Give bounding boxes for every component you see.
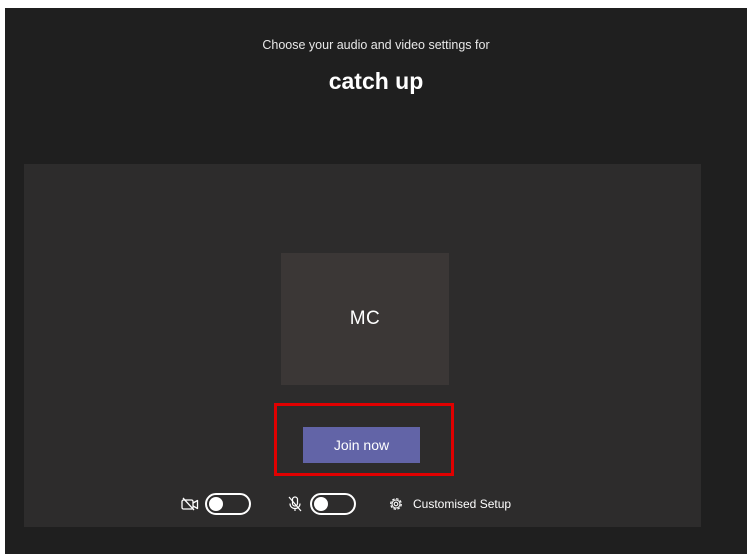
join-now-button[interactable]: Join now [303,427,420,463]
camera-toggle-knob [209,497,223,511]
avatar-initials: MC [349,308,381,329]
device-controls: Customised Setup [180,491,511,517]
prejoin-window: Choose your audio and video settings for… [5,8,747,554]
gear-icon [386,494,406,514]
microphone-toggle-knob [314,497,328,511]
preview-panel: MC Join now Customised Setup [24,164,701,527]
mic-off-icon[interactable] [285,494,305,514]
microphone-toggle[interactable] [310,493,356,515]
camera-toggle[interactable] [205,493,251,515]
customised-setup-label: Customised Setup [413,497,512,511]
prejoin-subtitle: Choose your audio and video settings for [262,38,490,52]
avatar: MC [281,253,449,385]
customised-setup-button[interactable]: Customised Setup [386,494,511,514]
meeting-title: catch up [328,68,424,94]
camera-off-icon[interactable] [180,494,200,514]
